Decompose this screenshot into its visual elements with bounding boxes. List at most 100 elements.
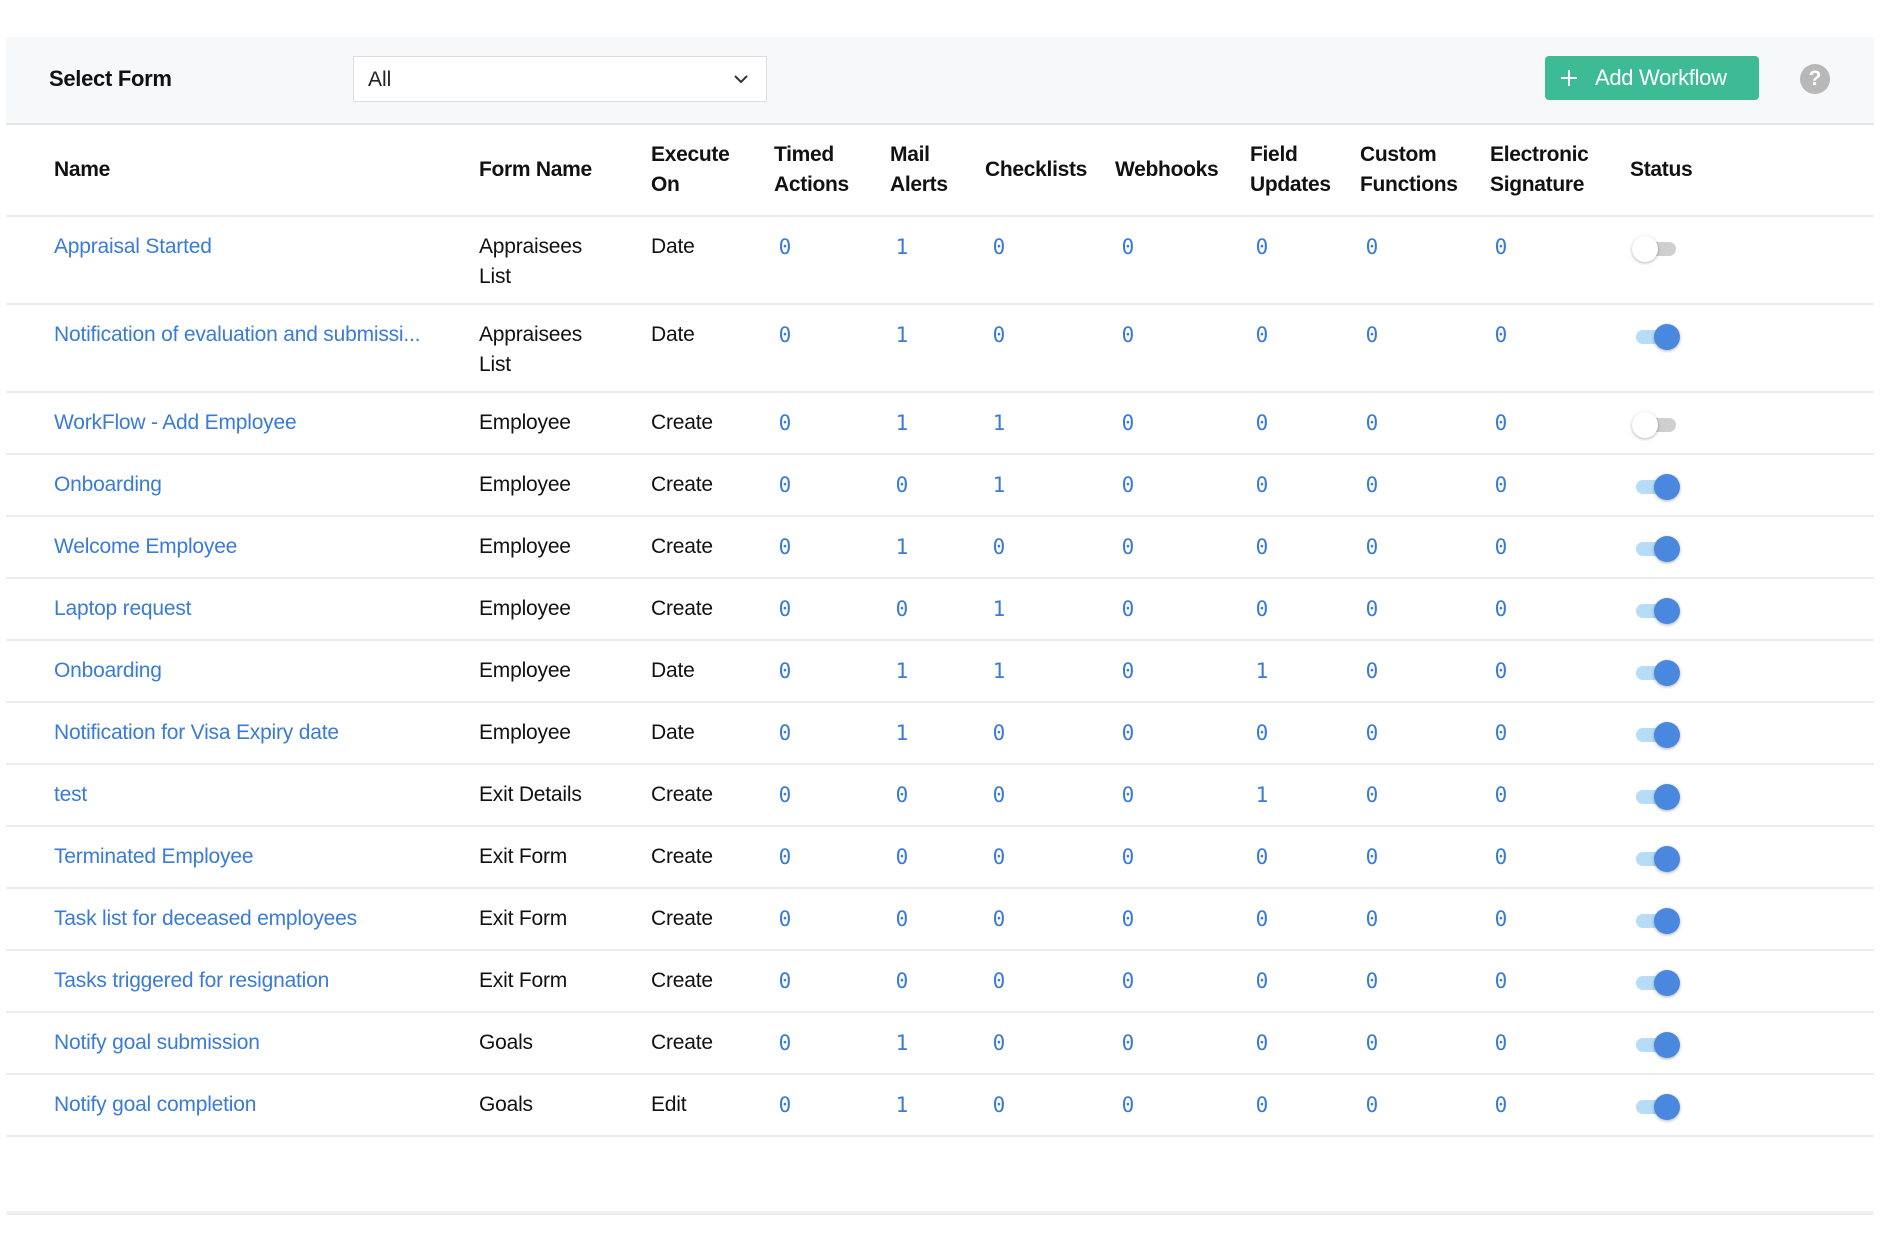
field-updates-count[interactable]: 0 xyxy=(1247,1028,1277,1058)
field-updates-count[interactable]: 1 xyxy=(1247,780,1277,810)
column-header-mail-alerts[interactable]: Mail Alerts xyxy=(890,140,948,200)
mail-alerts-count[interactable]: 0 xyxy=(887,842,917,872)
custom-functions-count[interactable]: 0 xyxy=(1357,594,1387,624)
webhooks-count[interactable]: 0 xyxy=(1113,532,1143,562)
workflow-name-link[interactable]: Welcome Employee xyxy=(54,535,237,558)
electronic-signature-count[interactable]: 0 xyxy=(1486,1090,1516,1120)
custom-functions-count[interactable]: 0 xyxy=(1357,966,1387,996)
webhooks-count[interactable]: 0 xyxy=(1113,718,1143,748)
field-updates-count[interactable]: 0 xyxy=(1247,532,1277,562)
checklists-count[interactable]: 0 xyxy=(984,1028,1014,1058)
field-updates-count[interactable]: 0 xyxy=(1247,594,1277,624)
custom-functions-count[interactable]: 0 xyxy=(1357,656,1387,686)
electronic-signature-count[interactable]: 0 xyxy=(1486,904,1516,934)
electronic-signature-count[interactable]: 0 xyxy=(1486,1028,1516,1058)
webhooks-count[interactable]: 0 xyxy=(1113,780,1143,810)
checklists-count[interactable]: 0 xyxy=(984,904,1014,934)
timed-actions-count[interactable]: 0 xyxy=(770,718,800,748)
timed-actions-count[interactable]: 0 xyxy=(770,532,800,562)
timed-actions-count[interactable]: 0 xyxy=(770,966,800,996)
checklists-count[interactable]: 0 xyxy=(984,780,1014,810)
workflow-name-link[interactable]: Task list for deceased employees xyxy=(54,907,357,930)
mail-alerts-count[interactable]: 1 xyxy=(887,320,917,350)
timed-actions-count[interactable]: 0 xyxy=(770,904,800,934)
status-toggle[interactable] xyxy=(1632,660,1680,686)
help-icon[interactable]: ? xyxy=(1800,64,1830,94)
electronic-signature-count[interactable]: 0 xyxy=(1486,408,1516,438)
workflow-name-link[interactable]: Notify goal completion xyxy=(54,1093,256,1116)
electronic-signature-count[interactable]: 0 xyxy=(1486,320,1516,350)
field-updates-count[interactable]: 0 xyxy=(1247,904,1277,934)
mail-alerts-count[interactable]: 1 xyxy=(887,532,917,562)
mail-alerts-count[interactable]: 1 xyxy=(887,1090,917,1120)
mail-alerts-count[interactable]: 0 xyxy=(887,904,917,934)
column-header-execute-on[interactable]: Execute On xyxy=(651,140,730,200)
workflow-name-link[interactable]: Notification of evaluation and submissi.… xyxy=(54,323,421,346)
checklists-count[interactable]: 1 xyxy=(984,594,1014,624)
field-updates-count[interactable]: 0 xyxy=(1247,966,1277,996)
custom-functions-count[interactable]: 0 xyxy=(1357,408,1387,438)
column-header-field-updates[interactable]: Field Updates xyxy=(1250,140,1331,200)
mail-alerts-count[interactable]: 1 xyxy=(887,408,917,438)
custom-functions-count[interactable]: 0 xyxy=(1357,232,1387,262)
field-updates-count[interactable]: 0 xyxy=(1247,842,1277,872)
webhooks-count[interactable]: 0 xyxy=(1113,656,1143,686)
field-updates-count[interactable]: 0 xyxy=(1247,408,1277,438)
add-workflow-button[interactable]: Add Workflow xyxy=(1545,56,1759,100)
mail-alerts-count[interactable]: 0 xyxy=(887,470,917,500)
checklists-count[interactable]: 1 xyxy=(984,656,1014,686)
checklists-count[interactable]: 0 xyxy=(984,718,1014,748)
status-toggle[interactable] xyxy=(1632,1094,1680,1120)
custom-functions-count[interactable]: 0 xyxy=(1357,532,1387,562)
webhooks-count[interactable]: 0 xyxy=(1113,1090,1143,1120)
column-header-name[interactable]: Name xyxy=(54,155,110,185)
custom-functions-count[interactable]: 0 xyxy=(1357,718,1387,748)
field-updates-count[interactable]: 0 xyxy=(1247,470,1277,500)
status-toggle[interactable] xyxy=(1632,324,1680,350)
electronic-signature-count[interactable]: 0 xyxy=(1486,966,1516,996)
electronic-signature-count[interactable]: 0 xyxy=(1486,470,1516,500)
workflow-name-link[interactable]: WorkFlow - Add Employee xyxy=(54,411,297,434)
timed-actions-count[interactable]: 0 xyxy=(770,656,800,686)
workflow-name-link[interactable]: Tasks triggered for resignation xyxy=(54,969,329,992)
workflow-name-link[interactable]: Onboarding xyxy=(54,659,162,682)
column-header-webhooks[interactable]: Webhooks xyxy=(1115,155,1219,185)
column-header-form-name[interactable]: Form Name xyxy=(479,155,592,185)
status-toggle[interactable] xyxy=(1632,412,1680,438)
mail-alerts-count[interactable]: 1 xyxy=(887,718,917,748)
column-header-electronic-signature[interactable]: Electronic Signature xyxy=(1490,140,1589,200)
electronic-signature-count[interactable]: 0 xyxy=(1486,532,1516,562)
column-header-timed-actions[interactable]: Timed Actions xyxy=(774,140,849,200)
webhooks-count[interactable]: 0 xyxy=(1113,904,1143,934)
webhooks-count[interactable]: 0 xyxy=(1113,232,1143,262)
field-updates-count[interactable]: 1 xyxy=(1247,656,1277,686)
workflow-name-link[interactable]: Laptop request xyxy=(54,597,192,620)
webhooks-count[interactable]: 0 xyxy=(1113,594,1143,624)
status-toggle[interactable] xyxy=(1632,908,1680,934)
timed-actions-count[interactable]: 0 xyxy=(770,470,800,500)
status-toggle[interactable] xyxy=(1632,474,1680,500)
workflow-name-link[interactable]: Onboarding xyxy=(54,473,162,496)
custom-functions-count[interactable]: 0 xyxy=(1357,1090,1387,1120)
electronic-signature-count[interactable]: 0 xyxy=(1486,780,1516,810)
checklists-count[interactable]: 0 xyxy=(984,320,1014,350)
webhooks-count[interactable]: 0 xyxy=(1113,470,1143,500)
timed-actions-count[interactable]: 0 xyxy=(770,232,800,262)
workflow-name-link[interactable]: Terminated Employee xyxy=(54,845,254,868)
field-updates-count[interactable]: 0 xyxy=(1247,1090,1277,1120)
select-form-dropdown[interactable]: All xyxy=(353,56,767,102)
checklists-count[interactable]: 0 xyxy=(984,842,1014,872)
workflow-name-link[interactable]: Appraisal Started xyxy=(54,235,212,258)
electronic-signature-count[interactable]: 0 xyxy=(1486,232,1516,262)
mail-alerts-count[interactable]: 0 xyxy=(887,780,917,810)
webhooks-count[interactable]: 0 xyxy=(1113,320,1143,350)
status-toggle[interactable] xyxy=(1632,846,1680,872)
electronic-signature-count[interactable]: 0 xyxy=(1486,842,1516,872)
timed-actions-count[interactable]: 0 xyxy=(770,320,800,350)
status-toggle[interactable] xyxy=(1632,236,1680,262)
checklists-count[interactable]: 0 xyxy=(984,232,1014,262)
column-header-custom-functions[interactable]: Custom Functions xyxy=(1360,140,1458,200)
mail-alerts-count[interactable]: 1 xyxy=(887,1028,917,1058)
webhooks-count[interactable]: 0 xyxy=(1113,966,1143,996)
electronic-signature-count[interactable]: 0 xyxy=(1486,594,1516,624)
